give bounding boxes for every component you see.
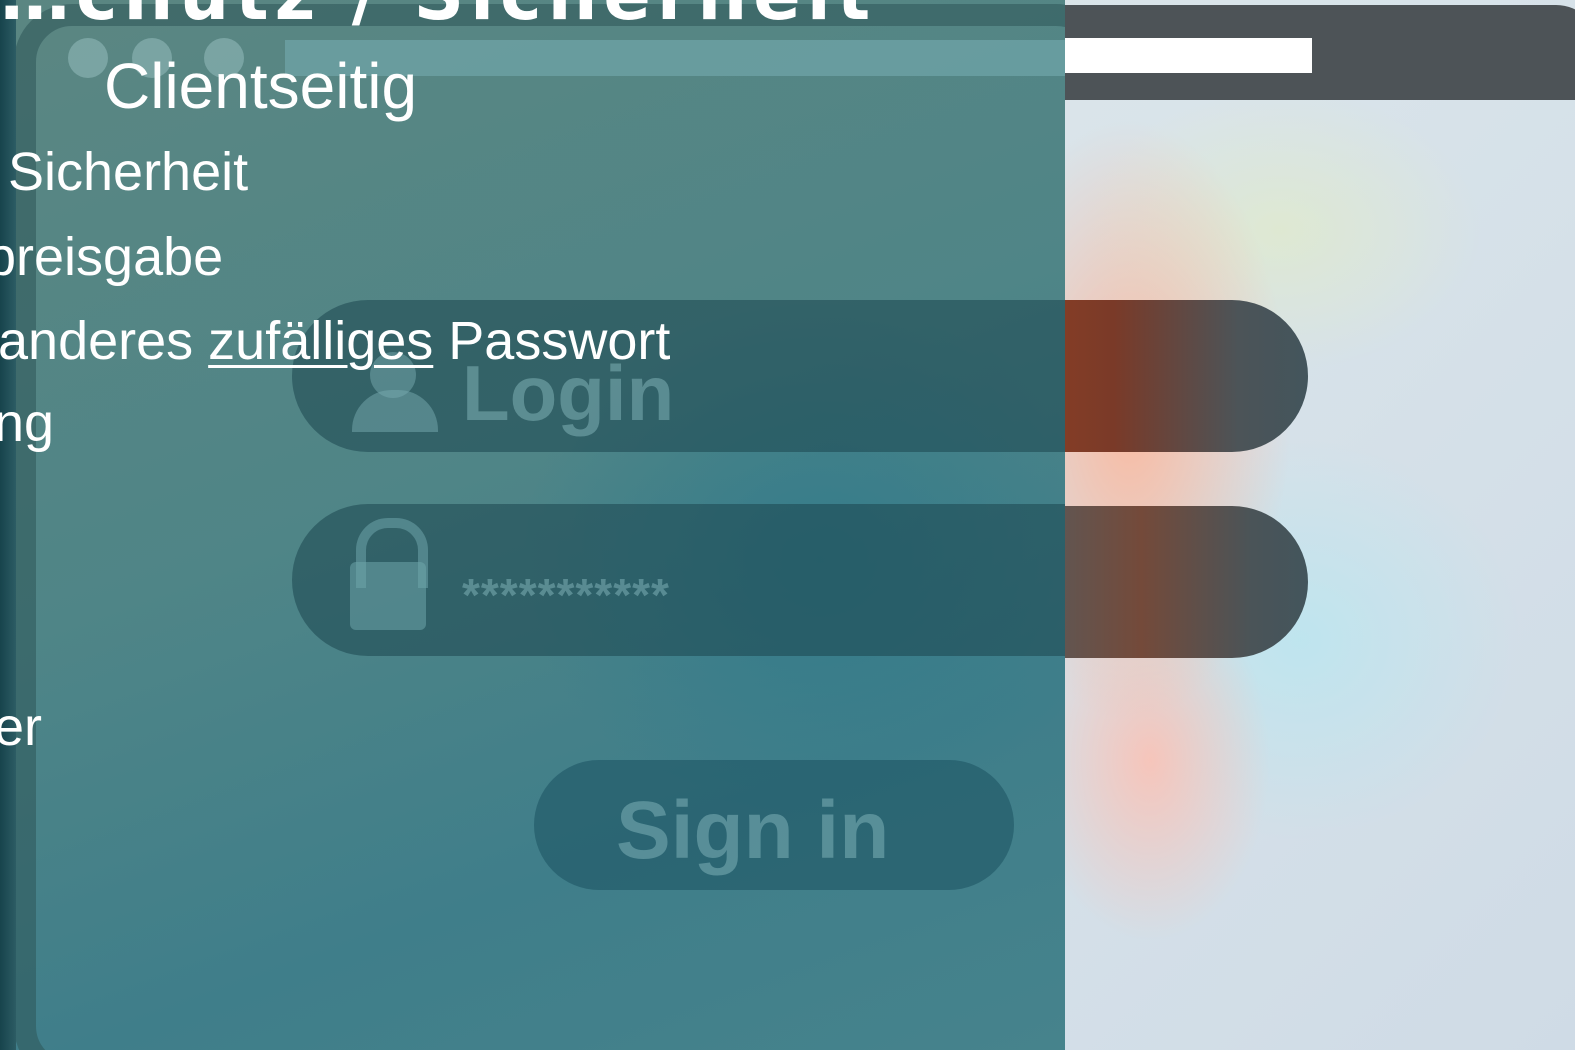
login-field-graphic-right <box>1030 300 1308 452</box>
bullet-line-3: anderes zufälliges Passwort <box>0 314 670 368</box>
bullet-line-4: ng <box>0 393 55 453</box>
bullet-line-3-suffix: Passwort <box>433 311 671 371</box>
slide-title: …chutz / Sicherheit <box>0 0 876 36</box>
bullet-line-5: er <box>0 697 43 757</box>
bullet-line-3-prefix: anderes <box>0 311 209 371</box>
subheading: Clientseitig <box>104 50 418 122</box>
password-field-graphic-right <box>1030 506 1308 658</box>
signin-label-graphic: Sign in <box>616 785 890 876</box>
bullet-line-1: Sicherheit <box>8 142 249 202</box>
address-bar-graphic <box>1040 38 1312 73</box>
bullet-line-2: preisgabe <box>0 227 224 287</box>
bullet-line-3-underlined: zufälliges <box>208 311 434 371</box>
window-dot-icon <box>68 38 108 78</box>
password-mask-graphic: *********** <box>462 569 670 621</box>
lock-icon-body <box>350 562 426 630</box>
